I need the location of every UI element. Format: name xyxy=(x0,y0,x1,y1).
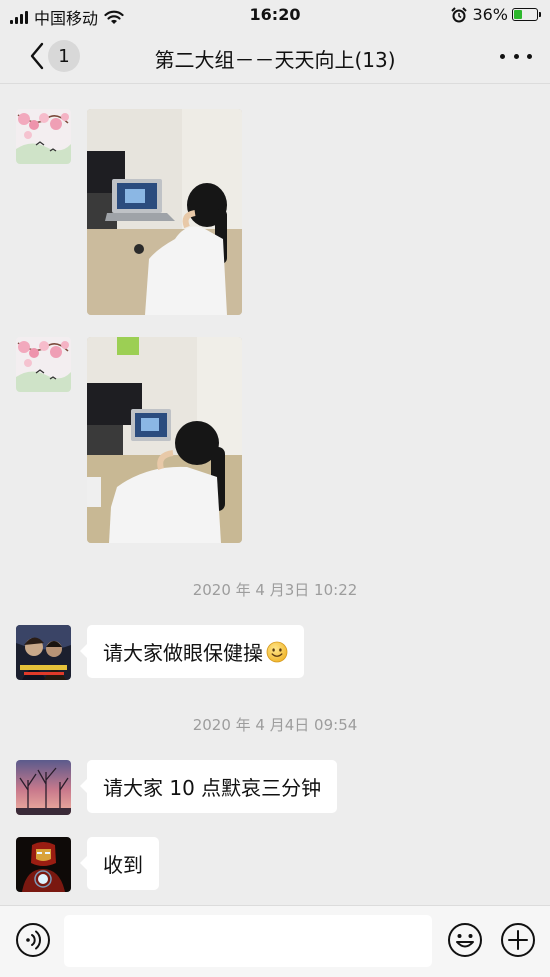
smiley-emoji xyxy=(266,641,288,662)
dot-icon xyxy=(500,53,505,59)
peach-blossom-avatar[interactable] xyxy=(16,109,71,164)
input-bar xyxy=(0,905,550,977)
chat-photo[interactable] xyxy=(87,109,242,315)
more-button[interactable] xyxy=(500,42,532,70)
voice-icon[interactable] xyxy=(15,922,51,958)
battery-percent: 36% xyxy=(472,5,508,24)
chat-header: 1 第二大组－－天天向上(13) xyxy=(0,30,550,84)
message-input[interactable] xyxy=(64,915,432,967)
message-text: 请大家做眼保健操 xyxy=(103,641,263,665)
alarm-icon xyxy=(451,6,468,22)
status-right: 36% xyxy=(451,5,541,24)
dot-icon xyxy=(527,53,532,59)
peach-blossom-avatar[interactable] xyxy=(16,337,71,392)
message-bubble[interactable]: 收到 xyxy=(80,837,159,890)
dot-icon xyxy=(513,53,519,59)
battery-icon xyxy=(512,8,541,21)
sunset-trees-avatar[interactable] xyxy=(16,760,71,815)
message-text: 收到 xyxy=(103,853,143,877)
message-text: 请大家 10 点默哀三分钟 xyxy=(103,776,322,800)
plus-icon[interactable] xyxy=(500,922,536,958)
message-bubble[interactable]: 请大家 10 点默哀三分钟 xyxy=(79,760,338,813)
chat-photo[interactable] xyxy=(87,337,242,543)
emoji-icon[interactable] xyxy=(447,922,483,958)
battery-level xyxy=(514,10,522,19)
iron-man-avatar[interactable] xyxy=(16,837,71,892)
page-title: 第二大组－－天天向上(13) xyxy=(154,48,396,72)
timestamp: 2020 年 4 月4日 09:54 xyxy=(192,716,358,734)
status-bar: 中国移动 16:20 36% xyxy=(0,0,550,30)
message-bubble[interactable]: 请大家做眼保健操 xyxy=(80,625,304,678)
movie-poster-avatar[interactable] xyxy=(16,625,71,680)
timestamp: 2020 年 4 月3日 10:22 xyxy=(192,581,358,599)
